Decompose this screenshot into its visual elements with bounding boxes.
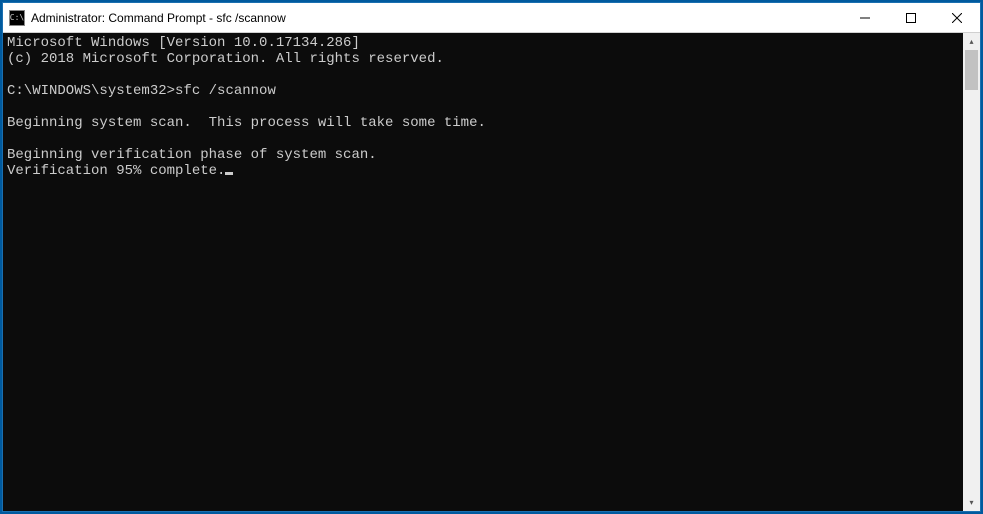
close-button[interactable] (934, 3, 980, 32)
command-text: sfc /scannow (175, 83, 276, 99)
maximize-button[interactable] (888, 3, 934, 32)
scroll-up-arrow-icon[interactable]: ▴ (963, 33, 980, 50)
cmd-icon: C:\ (9, 10, 25, 26)
text-cursor (225, 172, 233, 175)
output-line: Beginning verification phase of system s… (7, 147, 377, 163)
scrollbar-thumb[interactable] (965, 50, 978, 90)
output-line: Verification 95% complete. (7, 163, 225, 179)
output-line: Beginning system scan. This process will… (7, 115, 486, 131)
scroll-down-arrow-icon[interactable]: ▾ (963, 494, 980, 511)
titlebar[interactable]: C:\ Administrator: Command Prompt - sfc … (3, 3, 980, 33)
maximize-icon (906, 13, 916, 23)
vertical-scrollbar[interactable]: ▴ ▾ (963, 33, 980, 511)
output-line: (c) 2018 Microsoft Corporation. All righ… (7, 51, 444, 67)
prompt-text: C:\WINDOWS\system32> (7, 83, 175, 99)
console-output[interactable]: Microsoft Windows [Version 10.0.17134.28… (3, 33, 963, 511)
window-controls (842, 3, 980, 32)
console-area: Microsoft Windows [Version 10.0.17134.28… (3, 33, 980, 511)
window-title: Administrator: Command Prompt - sfc /sca… (31, 11, 286, 25)
minimize-icon (860, 13, 870, 23)
scrollbar-track[interactable] (963, 50, 980, 494)
close-icon (952, 13, 962, 23)
minimize-button[interactable] (842, 3, 888, 32)
titlebar-left: C:\ Administrator: Command Prompt - sfc … (3, 10, 286, 26)
output-line: Microsoft Windows [Version 10.0.17134.28… (7, 35, 360, 51)
command-prompt-window: C:\ Administrator: Command Prompt - sfc … (2, 2, 981, 512)
